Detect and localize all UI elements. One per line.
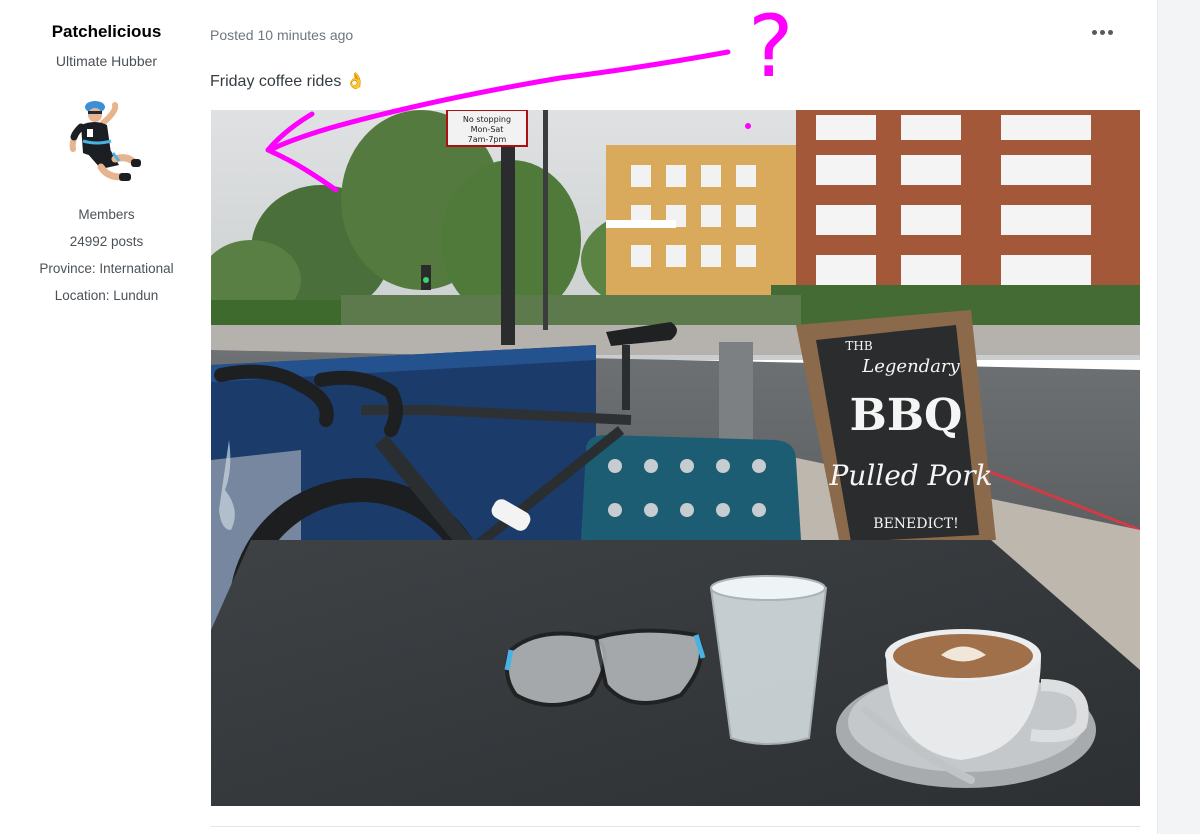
author-group: Members — [78, 207, 135, 222]
post-photo[interactable]: No stopping Mon-Sat 7am-7pm THB Legendar… — [211, 110, 1140, 806]
post-text: Friday coffee rides 👌 — [210, 73, 366, 90]
author-title: Ultimate Hubber — [55, 53, 158, 69]
post-timestamp[interactable]: Posted 10 minutes ago — [210, 27, 353, 43]
parking-sign-line2: Mon-Sat — [471, 125, 504, 134]
more-options-button[interactable] — [1086, 22, 1118, 42]
post-divider — [211, 826, 1140, 827]
parking-sign-line3: 7am-7pm — [468, 135, 507, 144]
author-name[interactable]: Patchelicious — [0, 22, 213, 42]
post-card: Patchelicious Ultimate Hubber Members 24… — [0, 0, 1158, 834]
board-text-legendary: Legendary — [861, 356, 960, 377]
board-text-thb: THB — [845, 339, 872, 353]
ellipsis-icon — [1091, 29, 1097, 35]
author-location: Location: Lundun — [54, 288, 159, 303]
author-province: Province: International — [39, 261, 174, 276]
author-post-count[interactable]: 24992 posts — [0, 234, 213, 249]
board-text-pulled-pork: Pulled Pork — [828, 459, 992, 492]
parking-sign-line1: No stopping — [463, 115, 511, 124]
avatar[interactable] — [57, 93, 155, 191]
board-text-benedict: BENEDICT! — [873, 516, 958, 532]
board-text-bbq: BBQ — [850, 390, 963, 441]
